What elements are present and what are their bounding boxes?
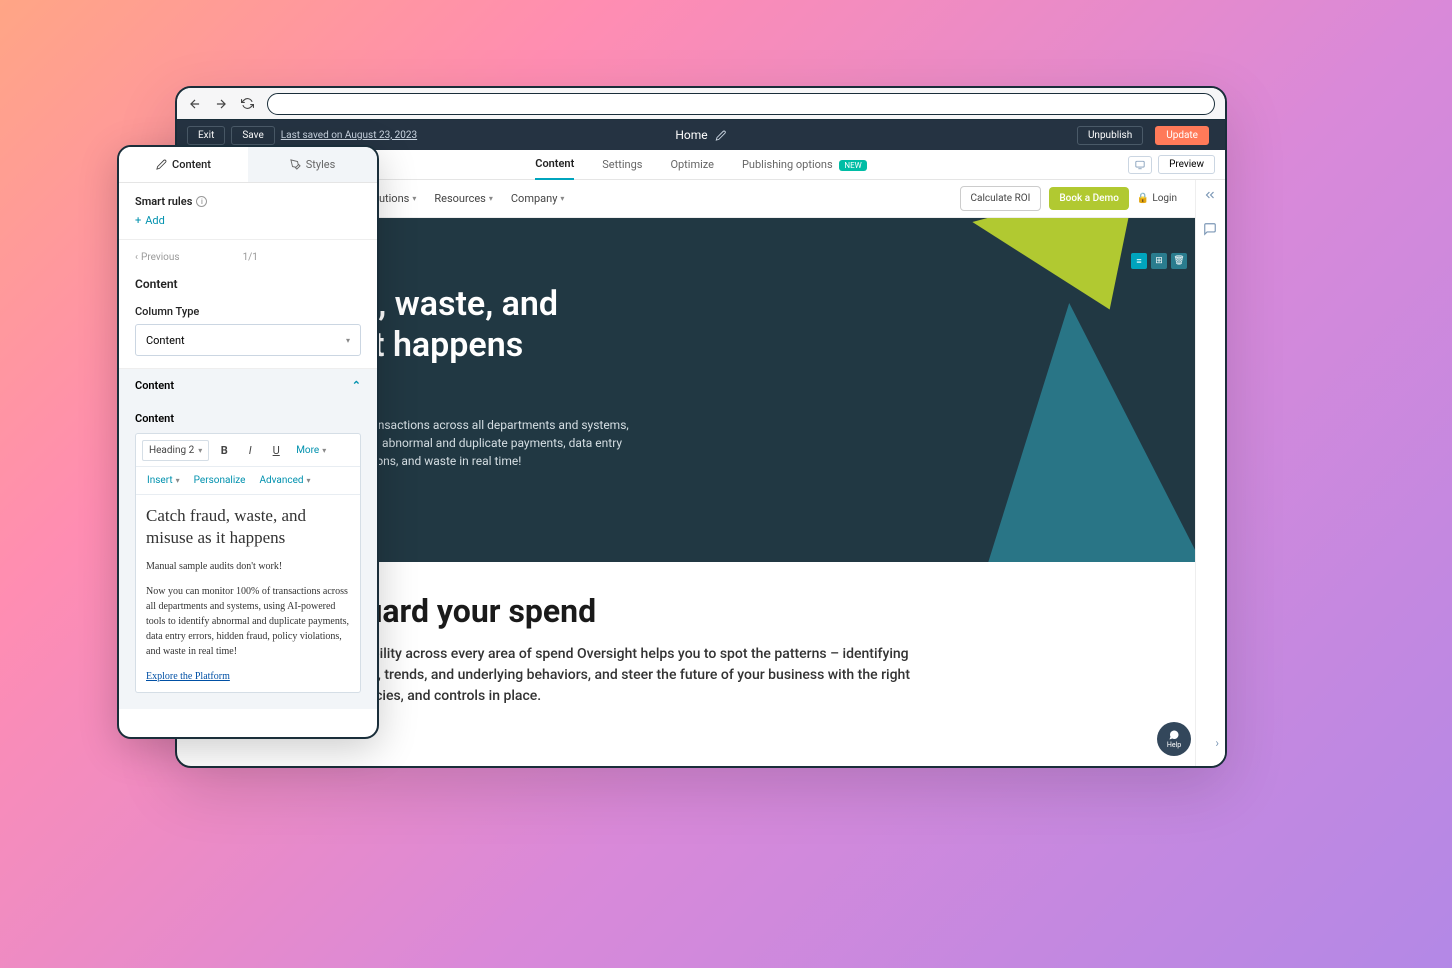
forward-icon[interactable]	[213, 96, 229, 112]
chevron-left-icon: ‹	[135, 252, 138, 263]
nav-company[interactable]: Company▾	[511, 192, 565, 205]
editor-h2: Catch fraud, waste, and misuse as it hap…	[146, 505, 350, 549]
content-heading: Content	[135, 277, 361, 291]
underline-button[interactable]: U	[265, 439, 287, 461]
tab-publishing-label: Publishing options	[742, 158, 833, 171]
device-icon[interactable]	[1128, 156, 1152, 174]
calculate-roi-button[interactable]: Calculate ROI	[960, 186, 1042, 211]
back-icon[interactable]	[187, 96, 203, 112]
heading-dropdown[interactable]: Heading 2▾	[142, 440, 209, 461]
add-rule-button[interactable]: + Add	[135, 214, 361, 227]
comment-icon[interactable]	[1203, 222, 1219, 238]
previous-button[interactable]: ‹ Previous	[135, 252, 180, 263]
italic-button[interactable]: I	[239, 439, 261, 461]
help-icon	[1168, 729, 1180, 741]
tab-content[interactable]: Content	[535, 149, 574, 180]
nav-resources[interactable]: Resources▾	[434, 192, 493, 205]
pencil-icon	[156, 159, 167, 170]
column-type-label: Column Type	[135, 305, 361, 318]
bold-button[interactable]: B	[213, 439, 235, 461]
panel-tabs: Content Styles	[119, 147, 377, 183]
unpublish-button[interactable]: Unpublish	[1077, 126, 1143, 145]
content-collapse-header[interactable]: Content ⌃	[119, 369, 377, 402]
module-tool-clone-icon[interactable]: ⊞	[1151, 253, 1167, 269]
pager-text: 1/1	[243, 252, 258, 263]
preview-button[interactable]: Preview	[1158, 155, 1215, 174]
info-icon[interactable]: i	[196, 196, 207, 207]
chevron-down-icon: ▾	[560, 194, 564, 203]
last-saved-link[interactable]: Last saved on August 23, 2023	[281, 130, 417, 141]
lock-icon: 🔒	[1137, 193, 1149, 204]
page-title-area: Home	[675, 128, 726, 142]
tab-settings[interactable]: Settings	[602, 150, 642, 179]
editor-p1: Manual sample audits don't work!	[146, 559, 350, 574]
module-tool-delete-icon[interactable]: 🗑	[1171, 253, 1187, 269]
reload-icon[interactable]	[239, 96, 255, 112]
chevron-down-icon: ▾	[412, 194, 416, 203]
brush-icon	[290, 159, 301, 170]
sub-nav-right: Preview	[1128, 155, 1215, 174]
panel-body: Smart rules i + Add ‹ Previous 1/1 Conte…	[119, 183, 377, 737]
login-link[interactable]: 🔒Login	[1137, 193, 1177, 204]
help-label: Help	[1167, 741, 1181, 749]
module-tool-edit-icon[interactable]: ≡	[1131, 253, 1147, 269]
tab-publishing[interactable]: Publishing options NEW	[742, 150, 867, 179]
chevron-down-icon: ▾	[489, 194, 493, 203]
editor-link[interactable]: Explore the Platform	[146, 671, 230, 682]
content-config-section: ‹ Previous 1/1 Content Column Type Conte…	[119, 240, 377, 369]
editor-side-panel: Content Styles Smart rules i + Add ‹ Pre…	[117, 145, 379, 739]
help-button[interactable]: Help	[1157, 722, 1191, 756]
advanced-dropdown[interactable]: Advanced▾	[254, 472, 315, 489]
right-rail	[1195, 180, 1225, 766]
nav-arrows	[187, 96, 255, 112]
safeguard-heading: Safeguard your spend	[281, 592, 1135, 630]
exit-button[interactable]: Exit	[187, 126, 225, 145]
chevron-up-icon: ⌃	[352, 379, 361, 392]
collapse-rail-icon[interactable]	[1203, 188, 1219, 204]
editor-p2: Now you can monitor 100% of transactions…	[146, 584, 350, 659]
column-type-select[interactable]: Content ▾	[135, 324, 361, 356]
hero-shapes	[795, 218, 1195, 588]
pager-row: ‹ Previous 1/1	[135, 252, 361, 263]
expand-arrow-icon[interactable]: ›	[1215, 736, 1219, 750]
editor-section: Content Heading 2▾ B I U More▾ Insert▾ P…	[119, 402, 377, 709]
smart-rules-section: Smart rules i + Add	[119, 183, 377, 240]
plus-icon: +	[135, 214, 141, 227]
personalize-button[interactable]: Personalize	[189, 472, 251, 489]
page-title: Home	[675, 128, 707, 142]
chevron-down-icon: ▾	[346, 336, 350, 345]
edit-title-icon[interactable]	[716, 130, 727, 141]
browser-chrome-bar	[177, 88, 1225, 120]
triangle-shape-teal	[972, 297, 1195, 588]
new-badge: NEW	[839, 160, 866, 171]
save-button[interactable]: Save	[231, 126, 274, 145]
editor-field-label: Content	[135, 412, 361, 425]
rich-text-toolbar: Heading 2▾ B I U More▾ Insert▾ Personali…	[135, 433, 361, 495]
panel-tab-content[interactable]: Content	[119, 147, 248, 182]
insert-dropdown[interactable]: Insert▾	[142, 472, 185, 489]
smart-rules-label: Smart rules i	[135, 195, 361, 208]
rich-text-editor[interactable]: Catch fraud, waste, and misuse as it hap…	[135, 495, 361, 693]
url-bar[interactable]	[267, 93, 1215, 115]
panel-tab-styles[interactable]: Styles	[248, 147, 377, 182]
update-button[interactable]: Update	[1155, 126, 1209, 145]
header-right: Unpublish Update	[1077, 126, 1215, 145]
more-dropdown[interactable]: More▾	[291, 442, 331, 459]
module-tools: ≡ ⊞ 🗑	[1131, 253, 1187, 269]
book-demo-button[interactable]: Book a Demo	[1049, 187, 1129, 210]
site-header-right: Calculate ROI Book a Demo 🔒Login	[960, 186, 1177, 211]
tab-optimize[interactable]: Optimize	[670, 150, 714, 179]
